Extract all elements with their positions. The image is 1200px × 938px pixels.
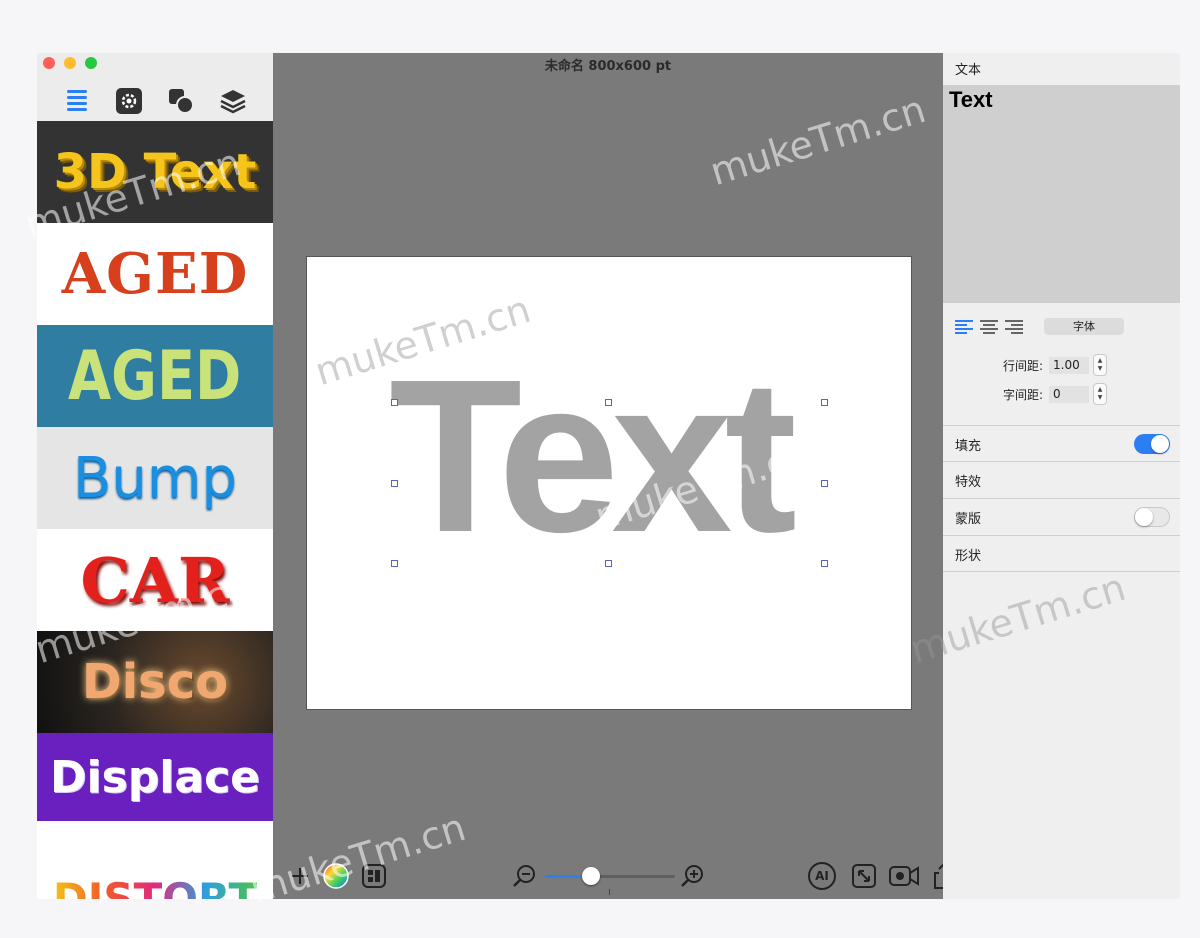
zoom-slider-knob[interactable]: [581, 867, 600, 885]
chevron-up-icon: ▲: [1097, 386, 1103, 393]
toggle-knob: [1135, 508, 1153, 526]
align-right-icon[interactable]: [1005, 319, 1023, 334]
toggle-knob: [1151, 435, 1169, 453]
mask-toggle[interactable]: [1134, 507, 1170, 527]
line-spacing-row: 行间距: ▲▼: [991, 354, 1107, 376]
shapes-icon[interactable]: [167, 87, 195, 115]
color-wheel-icon[interactable]: [323, 863, 349, 889]
selection-handle-top-right[interactable]: [821, 399, 828, 406]
style-item-aged-green[interactable]: AGED: [37, 325, 273, 427]
align-center-icon[interactable]: [980, 319, 998, 334]
fill-section-label: 填充: [955, 439, 982, 454]
artboard[interactable]: Text: [306, 256, 912, 710]
font-button[interactable]: 字体: [1044, 318, 1124, 335]
bottom-toolbar: AI: [273, 853, 954, 899]
char-spacing-row: 字间距: ▲▼: [991, 383, 1107, 405]
line-spacing-stepper[interactable]: ▲ ▼: [1093, 354, 1107, 376]
gear-icon[interactable]: [115, 87, 143, 115]
char-spacing-label: 字间距:: [1002, 387, 1043, 402]
fill-section[interactable]: 填充: [943, 425, 1180, 461]
chevron-down-icon: ▼: [1097, 394, 1103, 401]
style-list: 3D Text AGED AGED Bump CAR Disco Displac…: [37, 121, 273, 899]
alignment-controls: 字体: [955, 318, 1124, 335]
zoom-out-icon[interactable]: [511, 863, 537, 889]
selection-handle-right[interactable]: [821, 480, 828, 487]
align-left-icon[interactable]: [955, 319, 973, 334]
style-item-car[interactable]: CAR: [37, 529, 273, 631]
style-item-label: AGED: [61, 241, 249, 307]
shape-section-label: 形状: [955, 549, 982, 564]
style-item-label: Disco: [81, 654, 229, 710]
ai-button[interactable]: AI: [807, 861, 837, 891]
line-spacing-field[interactable]: [1049, 356, 1089, 374]
style-item-label: AGED: [68, 336, 242, 416]
char-spacing-field[interactable]: [1049, 385, 1089, 403]
char-spacing-stepper[interactable]: ▲ ▼: [1093, 383, 1107, 405]
canvas-area: 未命名 800x600 pt Text AI: [273, 53, 954, 899]
inspector-title: 文本: [955, 63, 982, 78]
zoom-slider[interactable]: [545, 867, 675, 885]
selection-handle-top[interactable]: [605, 399, 612, 406]
layers-icon[interactable]: [219, 87, 247, 115]
document-title: 未命名 800x600 pt: [544, 59, 672, 74]
style-item-label: DISTORT: [53, 874, 257, 899]
ai-button-label: AI: [815, 869, 829, 883]
style-item-label: Displace: [50, 751, 260, 803]
sidebar-toolbar: [37, 83, 273, 119]
grid-layout-icon[interactable]: [361, 863, 387, 889]
canvas-text-layer[interactable]: Text: [389, 348, 797, 566]
style-item-label: CAR: [80, 543, 230, 617]
selection-handle-bottom-left[interactable]: [391, 560, 398, 567]
line-spacing-label: 行间距:: [1002, 358, 1043, 373]
shape-section[interactable]: 形状: [943, 535, 1180, 572]
mask-section[interactable]: 蒙版: [943, 498, 1180, 534]
text-input-value: Text: [949, 87, 993, 112]
selection-handle-top-left[interactable]: [391, 399, 398, 406]
sidebar: 3D Text AGED AGED Bump CAR Disco Displac…: [37, 53, 273, 899]
list-icon[interactable]: [63, 87, 91, 115]
zoom-in-icon[interactable]: [679, 863, 705, 889]
selection-handle-left[interactable]: [391, 480, 398, 487]
zoom-slider-tick: [609, 889, 610, 895]
style-item-bump[interactable]: Bump: [37, 427, 273, 529]
video-record-icon[interactable]: [889, 863, 919, 889]
effects-section-label: 特效: [955, 475, 982, 490]
close-button[interactable]: [43, 57, 55, 69]
style-item-disco[interactable]: Disco: [37, 631, 273, 733]
resize-icon[interactable]: [851, 863, 877, 889]
mask-section-label: 蒙版: [955, 512, 982, 527]
add-icon[interactable]: [287, 863, 313, 889]
app-window: 3D Text AGED AGED Bump CAR Disco Displac…: [37, 53, 1180, 899]
style-item-distort[interactable]: DISTORT: [37, 821, 273, 899]
style-item-3d-text[interactable]: 3D Text: [37, 121, 273, 223]
style-item-label: Bump: [72, 445, 237, 511]
zoom-button[interactable]: [85, 57, 97, 69]
fill-toggle[interactable]: [1134, 434, 1170, 454]
selection-handle-bottom[interactable]: [605, 560, 612, 567]
style-item-label: 3D Text: [53, 144, 257, 200]
window-controls: [43, 57, 97, 69]
minimize-button[interactable]: [64, 57, 76, 69]
inspector-panel: 文本 Text 字体 行间距: ▲▼ 字间距: ▲▼ 填充 特效 蒙版: [943, 53, 1180, 899]
text-input-area[interactable]: Text: [943, 85, 1180, 303]
effects-section[interactable]: 特效: [943, 461, 1180, 497]
chevron-up-icon: ▲: [1097, 357, 1103, 364]
style-item-displace[interactable]: Displace: [37, 733, 273, 821]
selection-handle-bottom-right[interactable]: [821, 560, 828, 567]
chevron-down-icon: ▼: [1097, 365, 1103, 372]
style-item-aged-red[interactable]: AGED: [37, 223, 273, 325]
